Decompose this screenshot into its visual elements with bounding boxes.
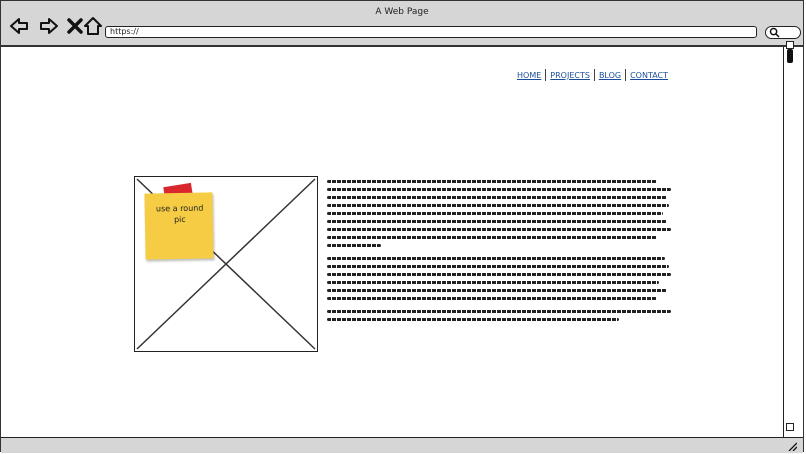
vertical-scrollbar[interactable] bbox=[783, 41, 797, 437]
address-bar[interactable]: https:// bbox=[105, 26, 757, 38]
home-button[interactable] bbox=[83, 16, 103, 36]
browser-chrome: A Web Page https:// bbox=[1, 1, 803, 47]
stop-button[interactable] bbox=[65, 16, 85, 36]
sticky-note-text: use a round pic bbox=[155, 203, 204, 225]
nav-separator bbox=[545, 69, 547, 81]
forward-button[interactable] bbox=[39, 16, 59, 36]
window-title: A Web Page bbox=[375, 7, 429, 17]
search-icon bbox=[769, 27, 780, 38]
text-paragraph bbox=[327, 310, 671, 321]
page-content: HOME PROJECTS BLOG CONTACT bbox=[1, 47, 783, 439]
back-button[interactable] bbox=[9, 16, 29, 36]
scroll-thumb[interactable] bbox=[787, 49, 793, 63]
scroll-up-button[interactable] bbox=[786, 41, 794, 49]
nav-separator bbox=[593, 69, 595, 81]
text-paragraph bbox=[327, 257, 671, 300]
top-navigation: HOME PROJECTS BLOG CONTACT bbox=[517, 69, 668, 81]
home-icon bbox=[84, 17, 102, 35]
scroll-down-button[interactable] bbox=[786, 423, 794, 431]
browser-window: A Web Page https:// HOME PROJECTS BLOG C… bbox=[0, 0, 804, 453]
status-bar bbox=[1, 437, 803, 453]
nav-link-home[interactable]: HOME bbox=[517, 71, 541, 80]
text-paragraph bbox=[327, 180, 671, 247]
nav-separator bbox=[625, 69, 627, 81]
forward-arrow-icon bbox=[40, 18, 58, 34]
resize-grip-icon[interactable] bbox=[787, 441, 797, 451]
close-icon bbox=[67, 18, 83, 34]
search-field[interactable] bbox=[765, 26, 801, 39]
back-arrow-icon bbox=[10, 18, 28, 34]
nav-link-projects[interactable]: PROJECTS bbox=[550, 71, 590, 80]
nav-link-blog[interactable]: BLOG bbox=[599, 71, 621, 80]
nav-link-contact[interactable]: CONTACT bbox=[630, 71, 668, 80]
body-text bbox=[327, 175, 671, 331]
sticky-note: use a round pic bbox=[144, 192, 214, 260]
